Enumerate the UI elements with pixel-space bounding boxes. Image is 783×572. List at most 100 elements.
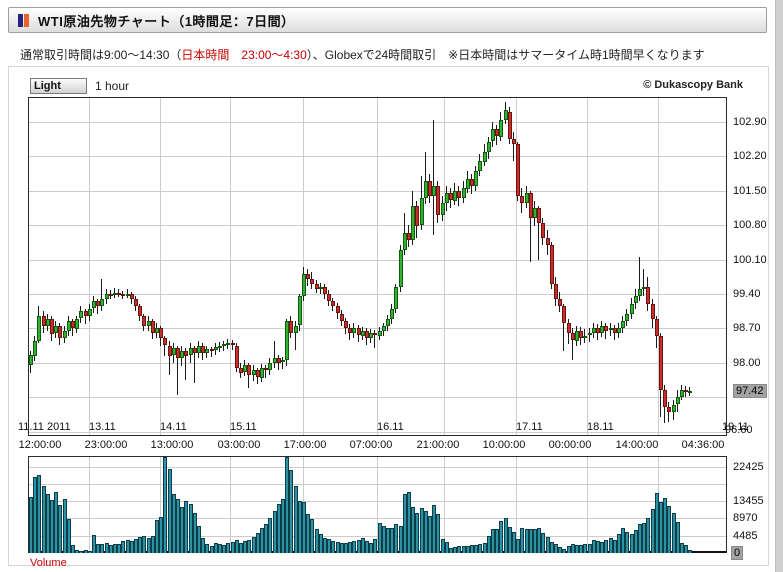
candle xyxy=(281,360,285,362)
candle xyxy=(621,321,625,328)
volume-axis-label: 4485 xyxy=(733,530,757,542)
candle xyxy=(462,188,466,198)
candle xyxy=(121,294,125,296)
candle-wick xyxy=(265,365,266,378)
candle-wick xyxy=(232,340,233,350)
volume-gridline xyxy=(29,501,726,502)
volume-bar xyxy=(100,544,104,553)
volume-bar xyxy=(247,540,251,553)
price-axis-label: 101.50 xyxy=(733,185,767,197)
volume-bar xyxy=(79,551,83,553)
volume-bar xyxy=(667,506,671,553)
candle xyxy=(634,296,638,303)
volume-bar xyxy=(541,533,545,553)
candle xyxy=(235,346,239,368)
volume-bar xyxy=(163,457,167,553)
candle xyxy=(478,161,482,171)
candle xyxy=(327,294,331,301)
candle xyxy=(310,279,314,284)
candle xyxy=(29,355,33,365)
candle xyxy=(625,314,629,321)
date-axis-label: 13.11 xyxy=(89,421,116,433)
volume-bar xyxy=(205,544,209,553)
volume-bar xyxy=(415,513,419,553)
candle xyxy=(550,245,554,284)
candle xyxy=(457,191,461,198)
candle xyxy=(436,186,440,215)
candle xyxy=(483,152,487,162)
date-axis-label: 18.11 xyxy=(587,421,614,433)
date-axis-label: 14.11 xyxy=(160,421,187,433)
volume-bar xyxy=(436,514,440,553)
volume-bar xyxy=(520,528,524,553)
volume-bar xyxy=(499,521,503,553)
candle xyxy=(58,326,62,338)
candle xyxy=(63,331,67,338)
candle xyxy=(604,326,608,331)
price-axis-label: 99.40 xyxy=(733,288,761,300)
candle xyxy=(546,238,550,245)
price-axis-label: 98.70 xyxy=(733,322,761,334)
volume-bar xyxy=(184,501,188,553)
candle xyxy=(382,326,386,331)
candle xyxy=(399,250,403,287)
candle xyxy=(159,328,163,338)
volume-bar xyxy=(331,541,335,553)
page-edge-strip xyxy=(775,0,783,572)
candle-wick xyxy=(643,269,644,296)
candle-wick xyxy=(223,341,224,351)
candle xyxy=(88,309,92,316)
time-axis-label: 00:00:00 xyxy=(549,439,592,451)
candle xyxy=(394,287,398,309)
candle xyxy=(415,206,419,226)
date-axis-label: 16.11 xyxy=(377,421,404,433)
time-axis-label: 10:00:00 xyxy=(483,439,526,451)
candle xyxy=(142,316,146,326)
candle xyxy=(655,319,659,336)
page-title: WTI原油先物チャート（1時間足：7日間） xyxy=(38,11,295,30)
volume-bar xyxy=(604,540,608,553)
candle xyxy=(331,301,335,306)
candle xyxy=(420,198,424,225)
candle xyxy=(184,351,188,356)
candle xyxy=(205,349,209,353)
candle xyxy=(516,144,520,196)
candle xyxy=(163,338,167,345)
candle-wick xyxy=(668,402,669,422)
candle xyxy=(487,142,491,152)
time-gridline xyxy=(230,98,231,435)
candle xyxy=(231,343,235,345)
candle xyxy=(33,341,37,356)
candle xyxy=(667,407,671,412)
volume-bar xyxy=(37,475,41,553)
candle xyxy=(75,319,79,329)
candle xyxy=(138,306,142,316)
candle xyxy=(390,309,394,319)
volume-bar xyxy=(268,518,272,553)
volume-bar xyxy=(289,470,293,553)
volume-bar xyxy=(373,539,377,553)
note-part2: ）、Globexで24時間取引 ※日本時間はサマータイム時1時間早くなります xyxy=(307,48,705,62)
chart-style-selector[interactable]: Light xyxy=(30,78,87,94)
candle xyxy=(554,284,558,299)
date-axis-label: 11.11 2011 xyxy=(18,421,71,433)
candle xyxy=(378,331,382,336)
time-gridline xyxy=(377,98,378,435)
volume-axis-label: 13455 xyxy=(733,495,764,507)
volume-bar xyxy=(688,550,692,553)
volume-bar xyxy=(562,549,566,553)
price-axis-label: 102.90 xyxy=(733,116,767,128)
volume-bar xyxy=(142,536,146,553)
candle-wick xyxy=(589,328,590,342)
brand-flag-icon xyxy=(24,14,29,27)
volume-bar xyxy=(58,505,62,553)
time-axis-label: 03:00:00 xyxy=(218,439,261,451)
price-axis-label: 102.20 xyxy=(733,150,767,162)
time-gridline xyxy=(160,98,161,435)
volume-bar xyxy=(352,541,356,553)
candle-wick xyxy=(433,120,434,235)
candle xyxy=(37,316,41,341)
time-gridline xyxy=(444,98,445,435)
candle xyxy=(499,120,503,137)
candle xyxy=(508,112,512,139)
